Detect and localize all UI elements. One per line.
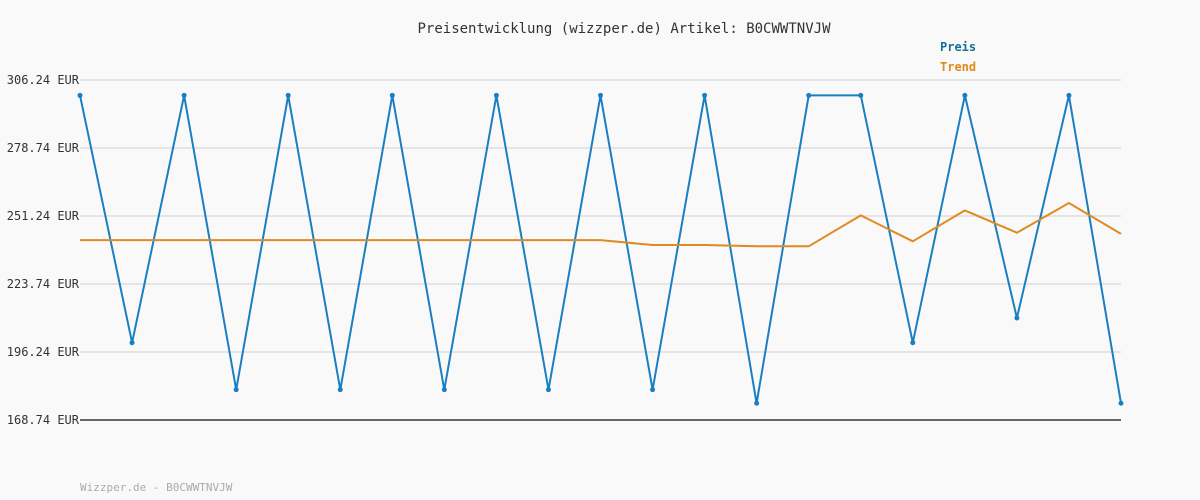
data-point [806, 92, 812, 98]
price-chart: Preisentwicklung (wizzper.de) Artikel: B… [7, 21, 1124, 494]
data-point [702, 92, 708, 98]
data-point [77, 92, 83, 98]
data-point [1014, 315, 1020, 321]
data-point [181, 92, 187, 98]
series-line-preis [79, 94, 1122, 405]
data-point [493, 92, 499, 98]
y-tick-label: 168.74 EUR [7, 413, 80, 427]
series-lines [77, 92, 1124, 406]
data-point [545, 387, 551, 393]
data-point [858, 92, 864, 98]
footer-credit: Wizzper.de - B0CWWTNVJW [80, 481, 233, 494]
legend-entry-preis: Preis [940, 40, 976, 54]
data-point [441, 387, 447, 393]
data-point [1066, 92, 1072, 98]
data-point [598, 92, 603, 98]
y-tick-label: 251.24 EUR [7, 209, 80, 223]
y-tick-label: 223.74 EUR [7, 277, 80, 291]
data-point [650, 387, 656, 393]
y-tick-labels: 306.24 EUR 278.74 EUR 251.24 EUR 223.74 EUR… [7, 73, 80, 427]
data-point [389, 92, 395, 98]
data-point [337, 387, 343, 393]
series-line-trend [80, 202, 1122, 248]
data-point [233, 387, 239, 393]
y-tick-label: 196.24 EUR [7, 345, 80, 359]
data-point [754, 400, 760, 406]
data-point [1118, 400, 1124, 406]
y-tick-label: 278.74 EUR [7, 141, 80, 155]
data-point [129, 340, 135, 346]
grid-lines [80, 79, 1121, 353]
data-point [962, 92, 968, 98]
legend: Preis Trend [940, 40, 976, 74]
chart-title: Preisentwicklung (wizzper.de) Artikel: B… [417, 21, 831, 37]
data-point [285, 92, 291, 98]
data-point [910, 340, 916, 346]
legend-entry-trend: Trend [940, 60, 976, 74]
y-tick-label: 306.24 EUR [7, 73, 80, 87]
